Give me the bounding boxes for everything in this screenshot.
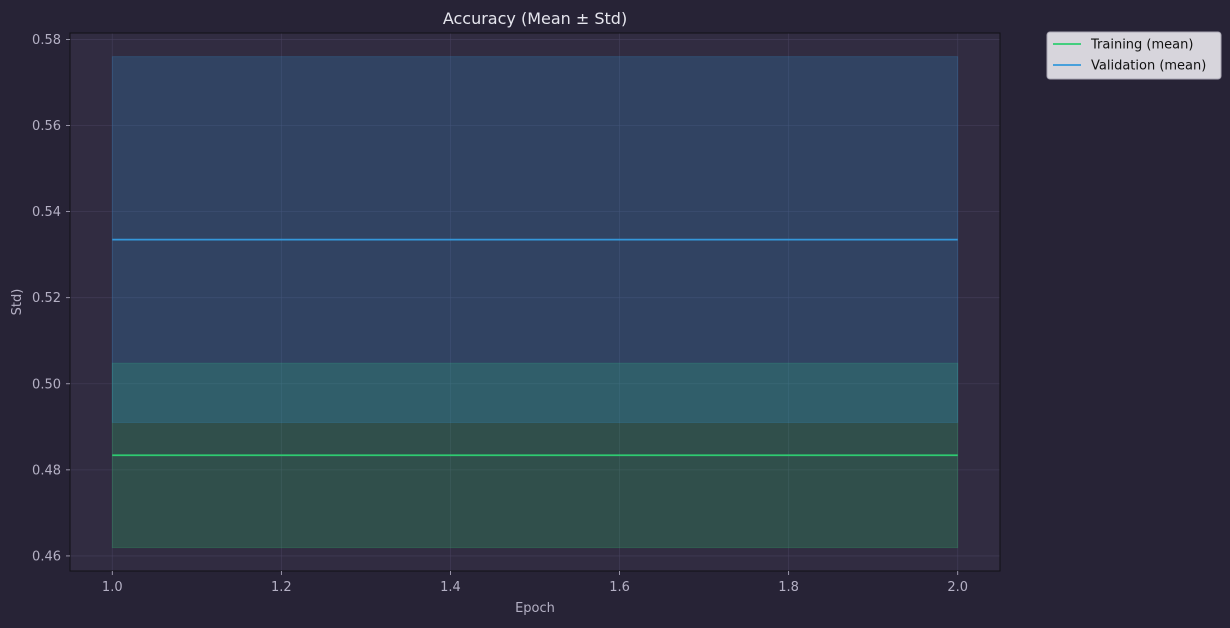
accuracy-chart: 1.0 1.2 1.4 1.6 1.8 2.0 0.46 0.48 0.50 0.52 0.54 0.… bbox=[10, 9, 1222, 616]
legend-label-training: Training (mean) bbox=[1090, 38, 1193, 53]
y-tick-label: 0.52 bbox=[32, 291, 61, 306]
x-tick-label: 2.0 bbox=[947, 580, 968, 595]
y-tick-label: 0.58 bbox=[32, 33, 61, 48]
x-tick-label: 1.0 bbox=[102, 580, 123, 595]
chart-figure: 1.0 1.2 1.4 1.6 1.8 2.0 0.46 0.48 0.50 0.52 0.54 0.… bbox=[0, 0, 1230, 624]
legend: Training (mean) Validation (mean) bbox=[1046, 31, 1222, 80]
y-tick-label: 0.50 bbox=[32, 377, 61, 392]
y-tick-label: 0.48 bbox=[32, 463, 61, 478]
x-tick-label: 1.6 bbox=[609, 580, 630, 595]
x-tick-label: 1.2 bbox=[271, 580, 292, 595]
x-tick-label: 1.8 bbox=[778, 580, 799, 595]
chart-title: Accuracy (Mean ± Std) bbox=[443, 9, 627, 28]
y-tick-label: 0.46 bbox=[32, 549, 61, 564]
x-axis-label: Epoch bbox=[515, 601, 555, 616]
legend-label-validation: Validation (mean) bbox=[1091, 59, 1206, 74]
y-axis-label: Std) bbox=[10, 289, 25, 316]
y-tick-label: 0.56 bbox=[32, 119, 61, 134]
std-bands bbox=[111, 56, 959, 549]
y-tick-label: 0.54 bbox=[32, 205, 61, 220]
x-tick-label: 1.4 bbox=[440, 580, 461, 595]
